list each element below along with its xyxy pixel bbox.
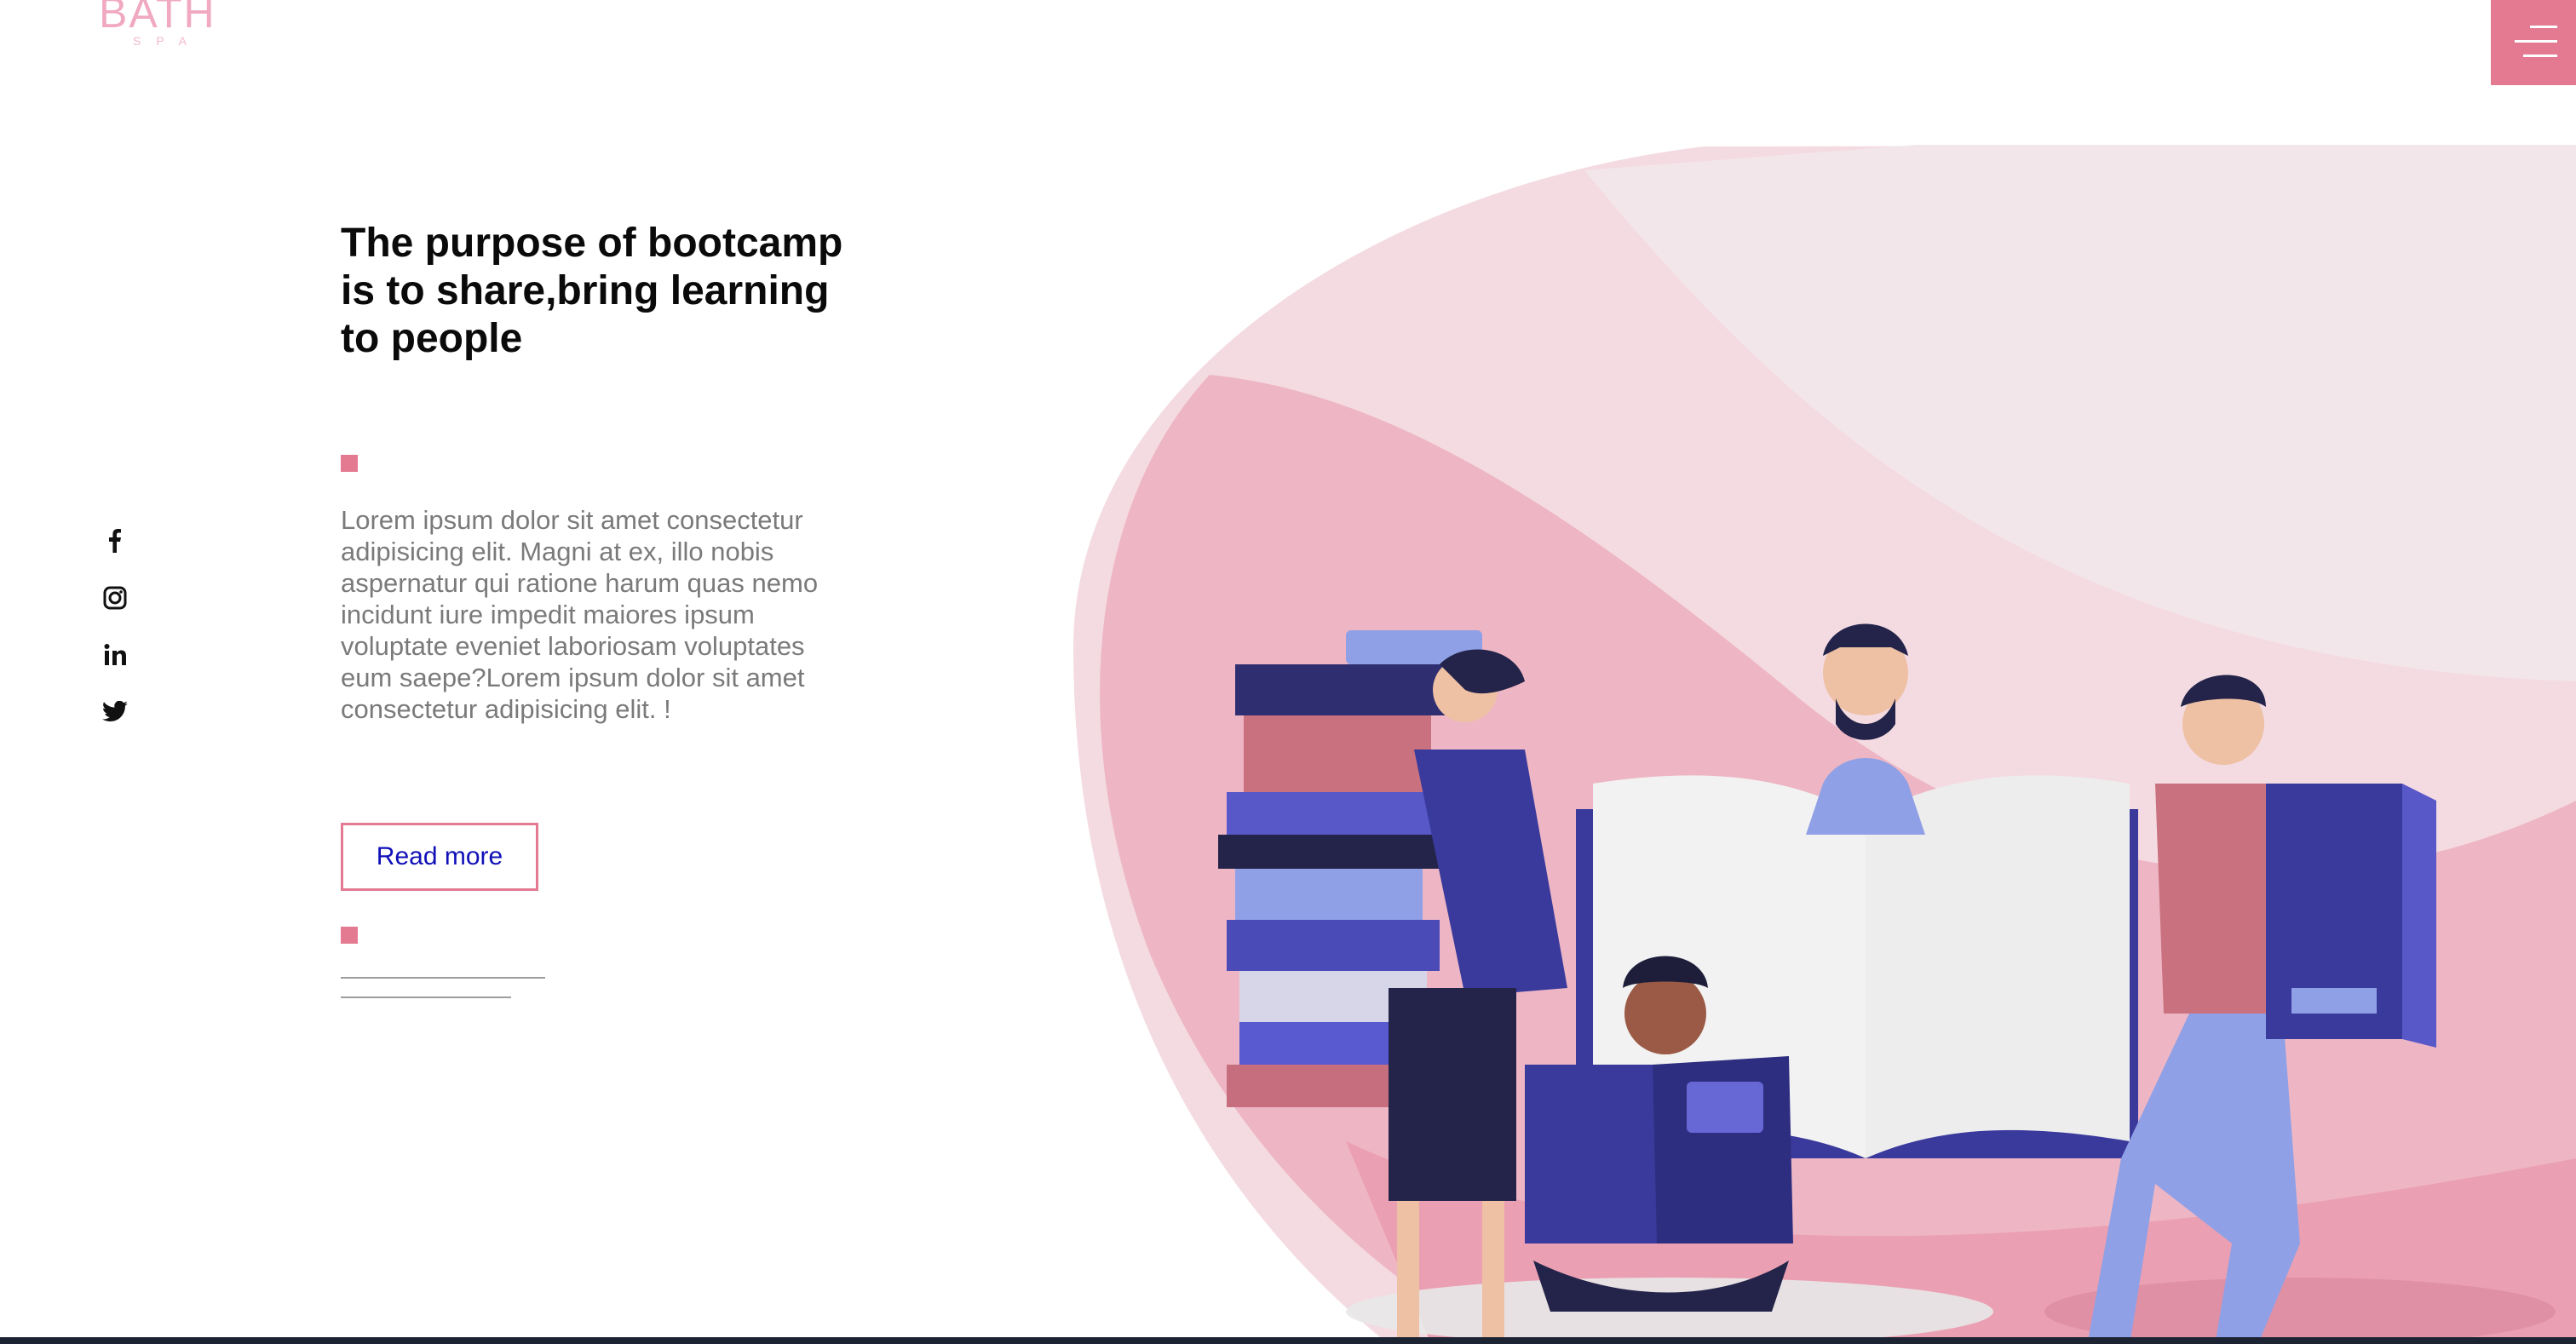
instagram-icon[interactable] <box>102 585 128 611</box>
logo-text: BATH <box>99 0 216 37</box>
menu-line <box>2515 40 2557 43</box>
hero-title: The purpose of bootcamp is to share,brin… <box>341 221 843 361</box>
page: BATH SPA The purpose of bootcamp is to s… <box>0 0 2576 1344</box>
accent-square <box>341 455 358 472</box>
brand-logo[interactable]: BATH SPA <box>99 0 235 51</box>
linkedin-icon[interactable] <box>102 642 128 668</box>
twitter-icon[interactable] <box>102 699 128 725</box>
menu-line <box>2523 55 2557 57</box>
divider-line <box>341 997 511 998</box>
hero-body-text: Lorem ipsum dolor sit amet consectetur a… <box>341 505 819 724</box>
logo-subtext: SPA <box>133 34 202 48</box>
accent-square <box>341 927 358 944</box>
menu-line <box>2530 26 2557 28</box>
social-links <box>102 528 128 756</box>
divider-line <box>341 977 545 979</box>
bottom-edge <box>0 1337 2576 1344</box>
facebook-icon[interactable] <box>102 528 128 554</box>
menu-button[interactable] <box>2491 0 2576 85</box>
read-more-button[interactable]: Read more <box>341 823 538 891</box>
hero-illustration <box>1073 145 2576 1344</box>
